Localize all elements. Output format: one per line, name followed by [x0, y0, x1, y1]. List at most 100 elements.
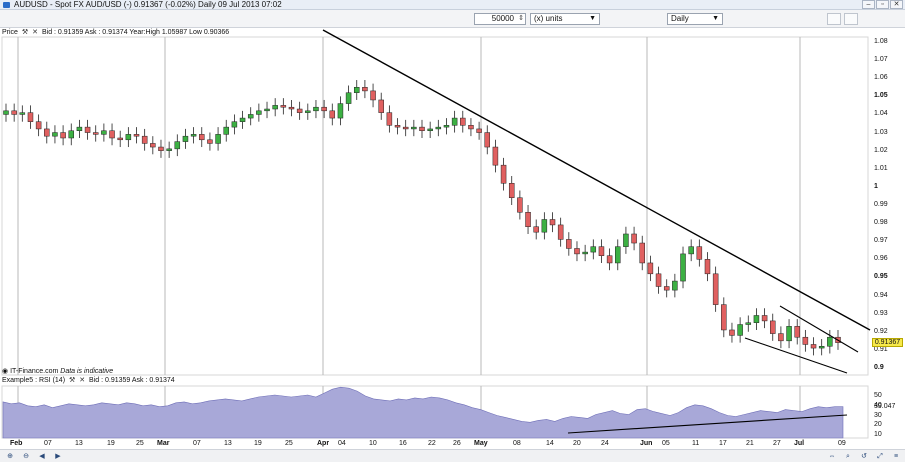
rsi-tick-label: 10	[874, 431, 882, 438]
candle-body	[68, 130, 75, 139]
chart-bottom-toolbar: ⊕ ⊖ ◀ ▶ ⇔ ⌕ ↺ ⤢ ≡	[0, 449, 905, 462]
candle-body	[468, 125, 474, 130]
date-tick-label: 07	[44, 440, 52, 447]
scroll-left-icon[interactable]: ◀	[36, 452, 48, 461]
candle-body	[737, 324, 743, 336]
candle-body	[321, 106, 327, 112]
source-note: ◉ IT-Finance.com Data is indicative	[2, 368, 113, 376]
date-tick-label: 10	[369, 440, 377, 447]
candle-body	[729, 329, 735, 336]
candle-body	[199, 134, 205, 141]
price-tick-label: 0.9	[874, 364, 884, 371]
candle-body	[623, 233, 629, 247]
candle-body	[84, 126, 91, 133]
scroll-right-icon[interactable]: ▶	[52, 452, 64, 461]
reset-icon[interactable]: ↺	[858, 452, 870, 461]
date-tick-label: 19	[107, 440, 115, 447]
candle-body	[598, 246, 605, 256]
candle-body	[549, 219, 556, 226]
price-tick-label: 1.01	[874, 164, 888, 172]
expand-icon[interactable]: ⤢	[874, 452, 886, 461]
chart-canvas[interactable]	[0, 0, 905, 462]
price-tick-label: 1.04	[874, 110, 888, 118]
candle-body	[663, 286, 670, 291]
date-tick-label: 07	[193, 440, 201, 447]
candle-body	[362, 87, 368, 92]
candle-body	[158, 146, 164, 151]
rsi-pane-header: Example5 : RSI (14) ⚒ ✕ Bid : 0.91359 As…	[2, 376, 872, 386]
candle-body	[370, 90, 376, 101]
wrench-icon[interactable]: ⚒	[69, 376, 75, 386]
zoom-in-icon[interactable]: ⊕	[4, 452, 16, 461]
candle-body	[427, 128, 433, 131]
date-tick-label: 20	[573, 440, 581, 447]
date-tick-label: 27	[773, 440, 781, 447]
candle-body	[27, 112, 34, 122]
candle-body	[631, 233, 637, 244]
candle-body	[117, 137, 123, 141]
date-tick-label: Apr	[317, 440, 330, 447]
candle-body	[590, 246, 597, 253]
candle-body	[721, 304, 727, 331]
candle-body	[460, 117, 466, 126]
candle-body	[92, 132, 99, 135]
candle-body	[215, 134, 221, 144]
candle-body	[533, 226, 539, 233]
rsi-pane-info: Bid : 0.91359 Ask : 0.91374	[89, 377, 175, 384]
candle-body	[680, 253, 686, 282]
fit-icon[interactable]: ⇔	[826, 452, 838, 461]
candle-body	[704, 259, 711, 275]
candle-body	[794, 326, 800, 338]
candle-body	[174, 141, 181, 150]
price-tick-label: 0.96	[874, 255, 888, 263]
candle-body	[239, 117, 246, 122]
date-tick-label: 17	[719, 440, 727, 447]
candle-body	[44, 128, 50, 137]
price-tick-label: 1.07	[874, 56, 888, 64]
candle-body	[264, 108, 270, 112]
options-icon[interactable]: ≡	[890, 452, 902, 461]
candle-body	[566, 239, 572, 249]
date-tick-label: 05	[662, 440, 670, 447]
date-tick-label: 24	[601, 440, 609, 447]
candle-body	[207, 139, 213, 144]
candle-body	[688, 246, 694, 255]
candle-body	[345, 92, 352, 104]
date-tick-label: 25	[136, 440, 144, 447]
candle-body	[247, 114, 254, 119]
date-tick-label: May	[474, 440, 488, 447]
candle-body	[655, 273, 662, 287]
candle-body	[696, 246, 703, 260]
price-tick-label: 0.97	[874, 237, 888, 245]
date-tick-label: 26	[453, 440, 461, 447]
candle-body	[101, 130, 107, 135]
candle-body	[386, 112, 393, 126]
price-tick-label: 0.94	[874, 291, 888, 299]
price-tick-label: 1	[874, 182, 878, 190]
candle-body	[525, 211, 531, 227]
price-tick-label: 0.91	[874, 345, 888, 353]
price-tick-label: 1.02	[874, 146, 888, 154]
close-icon[interactable]: ✕	[79, 376, 85, 386]
zoom-out-icon[interactable]: ⊖	[20, 452, 32, 461]
price-tick-label: 1.05	[874, 92, 888, 100]
candle-body	[52, 132, 58, 137]
candle-body	[778, 333, 784, 342]
candle-body	[76, 126, 83, 131]
data-disclaimer: Data is indicative	[60, 368, 114, 375]
candle-body	[574, 248, 580, 255]
candle-body	[337, 103, 344, 119]
candle-body	[582, 251, 588, 255]
candle-body	[378, 99, 384, 113]
candle-body	[712, 273, 719, 305]
candle-body	[19, 112, 26, 115]
magnify-icon[interactable]: ⌕	[842, 452, 854, 461]
rsi-tick-label: 20	[874, 421, 882, 429]
candle-body	[500, 164, 507, 184]
candle-body	[557, 224, 564, 240]
candle-body	[394, 125, 401, 128]
candle-body	[329, 110, 336, 119]
price-tick-label: 0.95	[874, 273, 888, 281]
candle-body	[35, 121, 42, 130]
candle-body	[443, 125, 450, 128]
